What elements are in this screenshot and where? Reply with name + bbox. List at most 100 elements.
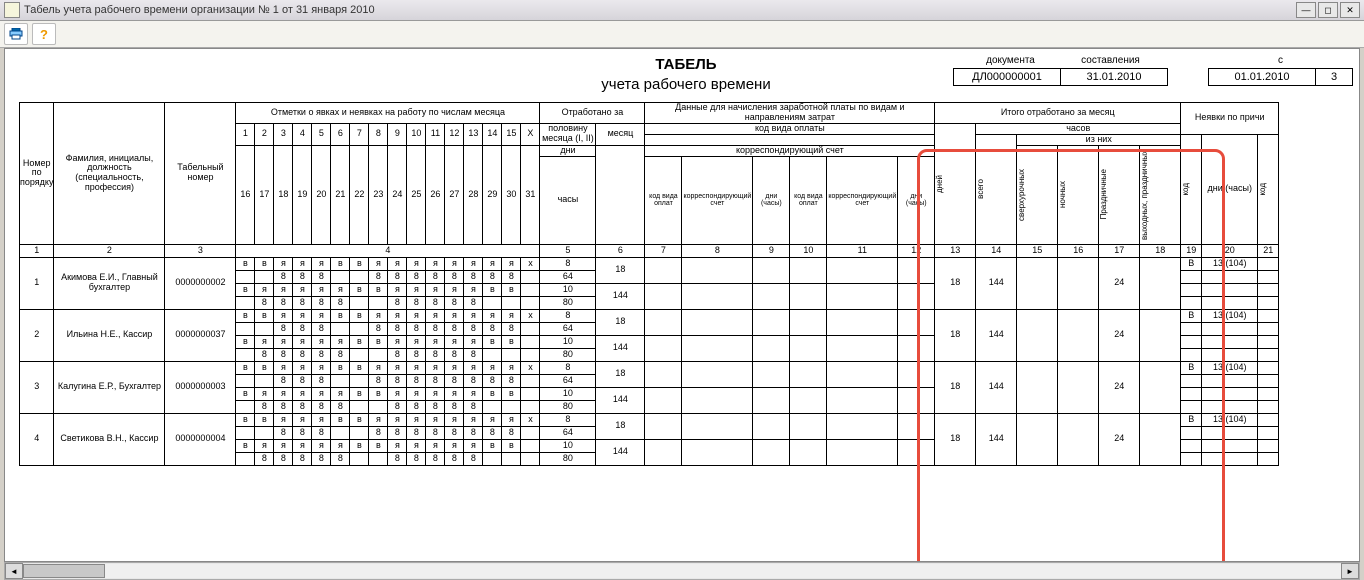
day-header: 10: [407, 123, 426, 145]
mark-cell: я: [483, 361, 502, 374]
day-header: 5: [312, 123, 331, 145]
hour-cell: 8: [331, 452, 350, 465]
mark-cell: в: [369, 283, 388, 296]
mark-cell: я: [312, 413, 331, 426]
hour-cell: [369, 348, 388, 361]
cell-tabno: 0000000037: [165, 309, 236, 361]
mark-cell: в: [483, 387, 502, 400]
mark-cell: я: [445, 257, 464, 270]
document-area[interactable]: ТАБЕЛЬ учета рабочего времени документа …: [4, 48, 1360, 562]
hour-cell: [521, 374, 540, 387]
hour-cell: 8: [255, 296, 274, 309]
hour-cell: 8: [426, 296, 445, 309]
hour-cell: 8: [407, 348, 426, 361]
minimize-button[interactable]: —: [1296, 2, 1316, 18]
pay-cell: [682, 257, 753, 283]
pay-cell: [682, 283, 753, 309]
scroll-thumb[interactable]: [23, 564, 105, 578]
day-header: 20: [312, 145, 331, 244]
cell-night: [1058, 257, 1099, 309]
hour-cell: [255, 270, 274, 283]
hour-cell: [236, 270, 255, 283]
pay-cell: [645, 257, 682, 283]
mark-cell: в: [236, 413, 255, 426]
col-number: 8: [682, 244, 753, 257]
hour-cell: 8: [331, 400, 350, 413]
mark-cell: в: [236, 283, 255, 296]
pay-cell: [898, 335, 935, 361]
hour-cell: 8: [255, 400, 274, 413]
mark-cell: я: [445, 335, 464, 348]
pay-cell: [753, 361, 790, 387]
cell-abs-value: 13 (104): [1202, 257, 1258, 270]
hour-cell: 8: [331, 348, 350, 361]
pay-cell: [645, 335, 682, 361]
hour-cell: [350, 270, 369, 283]
mark-cell: я: [445, 439, 464, 452]
window-title: Табель учета рабочего времени организаци…: [24, 4, 1296, 16]
day-header: 24: [388, 145, 407, 244]
day-header: 18: [274, 145, 293, 244]
pay-cell: [645, 283, 682, 309]
day-header: 6: [331, 123, 350, 145]
horizontal-scrollbar[interactable]: ◄ ►: [4, 562, 1360, 580]
close-button[interactable]: ✕: [1340, 2, 1360, 18]
col-tabno: Табельный номер: [165, 103, 236, 245]
hour-cell: 8: [369, 322, 388, 335]
hour-cell: 8: [483, 270, 502, 283]
hour-cell: 8: [312, 374, 331, 387]
hour-cell: 8: [464, 400, 483, 413]
day-header: 31: [521, 145, 540, 244]
hour-cell: 8: [464, 452, 483, 465]
mark-cell: я: [426, 439, 445, 452]
hour-cell: [483, 452, 502, 465]
col-pay-5: корреспондирующий счет: [827, 156, 898, 244]
cell-abs-value: [1202, 452, 1258, 465]
day-header: X: [521, 123, 540, 145]
mark-cell: я: [426, 283, 445, 296]
hour-cell: 8: [274, 426, 293, 439]
print-button[interactable]: [4, 23, 28, 45]
mark-cell: в: [369, 439, 388, 452]
hour-cell: [331, 270, 350, 283]
cell-order: 3: [20, 361, 54, 413]
mark-cell: я: [426, 335, 445, 348]
cell-abs-code2: [1258, 374, 1279, 387]
cell-abs-code2: [1258, 296, 1279, 309]
cell-half-hours2: 80: [540, 296, 596, 309]
hour-cell: 8: [274, 296, 293, 309]
mark-cell: я: [407, 439, 426, 452]
hour-cell: [502, 296, 521, 309]
mark-cell: я: [445, 309, 464, 322]
cell-month-hours: 144: [596, 439, 645, 465]
cell-abs-value: [1202, 374, 1258, 387]
hour-cell: [331, 426, 350, 439]
cell-total-days: 18: [935, 361, 976, 413]
mark-cell: я: [369, 413, 388, 426]
hour-cell: [350, 374, 369, 387]
meta-period-header: с: [1278, 55, 1283, 66]
scroll-track[interactable]: [23, 564, 1341, 578]
col-number: 14: [976, 244, 1017, 257]
mark-cell: я: [445, 387, 464, 400]
mark-cell: я: [293, 413, 312, 426]
cell-weekend: [1140, 309, 1181, 361]
maximize-button[interactable]: ◻: [1318, 2, 1338, 18]
hour-cell: 8: [388, 296, 407, 309]
cell-half-hours: 64: [540, 322, 596, 335]
hour-cell: [350, 426, 369, 439]
scroll-left-button[interactable]: ◄: [5, 563, 23, 579]
pay-cell: [790, 257, 827, 283]
cell-total-days: 18: [935, 413, 976, 465]
scroll-right-button[interactable]: ►: [1341, 563, 1359, 579]
pay-cell: [753, 309, 790, 335]
mark-cell: [521, 387, 540, 400]
hour-cell: 8: [331, 296, 350, 309]
day-header: 3: [274, 123, 293, 145]
document-title: ТАБЕЛЬ учета рабочего времени: [601, 55, 770, 94]
document-icon: [4, 2, 20, 18]
pay-cell: [682, 309, 753, 335]
day-header: 8: [369, 123, 388, 145]
help-button[interactable]: ?: [32, 23, 56, 45]
mark-cell: я: [502, 309, 521, 322]
